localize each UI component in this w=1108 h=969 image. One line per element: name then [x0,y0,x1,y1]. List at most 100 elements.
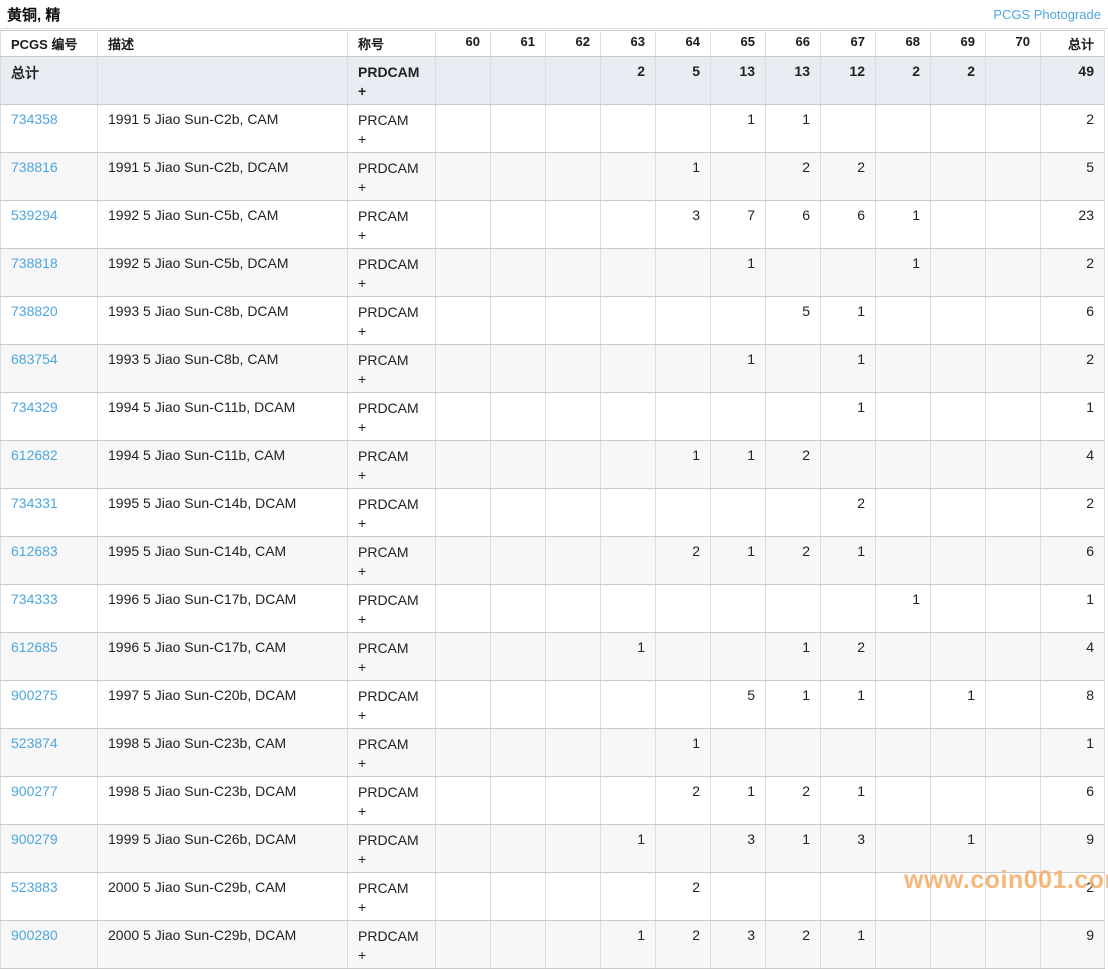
pcgs-photograde-link[interactable]: PCGS Photograde [993,7,1101,22]
grade-60-count [436,441,491,489]
grade-64-count [656,681,711,729]
grade-67-count: 3 [821,825,876,873]
grade-67-count: 1 [821,777,876,825]
grade-68-count [876,777,931,825]
pcgs-number-cell: 738818 [1,249,98,297]
coin-description: 1998 5 Jiao Sun-C23b, CAM [98,729,348,777]
col-header-grade-69: 69 [931,31,986,57]
pcgs-number-link[interactable]: 539294 [11,207,58,223]
grade-63-count [601,393,656,441]
totals-grade-65: 13 [711,57,766,105]
table-header-row: PCGS 编号 描述 称号 60 61 62 63 64 65 66 67 68… [1,31,1105,57]
pcgs-number-link[interactable]: 523874 [11,735,58,751]
pcgs-number-link[interactable]: 900275 [11,687,58,703]
row-total: 1 [1041,585,1105,633]
grade-66-count: 1 [766,105,821,153]
grade-64-count: 2 [656,537,711,585]
grade-66-count [766,873,821,921]
totals-grade-68: 2 [876,57,931,105]
col-header-grade-62: 62 [546,31,601,57]
grade-69-count [931,201,986,249]
designation-cell: PRDCAM + [348,249,436,297]
grade-64-count: 1 [656,153,711,201]
grade-62-count [546,249,601,297]
grade-66-count: 2 [766,441,821,489]
grade-64-count [656,249,711,297]
grade-62-count [546,537,601,585]
pcgs-number-cell: 734331 [1,489,98,537]
grade-67-count: 1 [821,393,876,441]
grade-60-count [436,153,491,201]
grade-63-count: 1 [601,921,656,969]
pcgs-number-link[interactable]: 734329 [11,399,58,415]
grade-68-count [876,345,931,393]
grade-70-count [986,777,1041,825]
grade-69-count [931,585,986,633]
table-row: 900279 1999 5 Jiao Sun-C26b, DCAM PRDCAM… [1,825,1105,873]
pcgs-number-link[interactable]: 900280 [11,927,58,943]
pcgs-number-link[interactable]: 738820 [11,303,58,319]
grade-65-count: 5 [711,681,766,729]
grade-66-count: 2 [766,921,821,969]
col-header-grade-61: 61 [491,31,546,57]
grade-62-count [546,153,601,201]
pcgs-number-link[interactable]: 734331 [11,495,58,511]
coin-description: 1991 5 Jiao Sun-C2b, CAM [98,105,348,153]
pcgs-number-link[interactable]: 738818 [11,255,58,271]
grade-65-count [711,633,766,681]
grade-61-count [491,729,546,777]
row-total: 1 [1041,729,1105,777]
grade-62-count [546,105,601,153]
grade-67-count [821,729,876,777]
pcgs-number-link[interactable]: 734333 [11,591,58,607]
grade-62-count [546,681,601,729]
pcgs-number-link[interactable]: 612682 [11,447,58,463]
grade-66-count: 2 [766,153,821,201]
grade-68-count [876,681,931,729]
col-header-grade-68: 68 [876,31,931,57]
pcgs-number-link[interactable]: 734358 [11,111,58,127]
coin-description: 1992 5 Jiao Sun-C5b, DCAM [98,249,348,297]
designation-cell: PRCAM + [348,201,436,249]
coin-description: 1996 5 Jiao Sun-C17b, CAM [98,633,348,681]
grade-65-count [711,729,766,777]
coin-description: 1997 5 Jiao Sun-C20b, DCAM [98,681,348,729]
designation-cell: PRCAM + [348,441,436,489]
pcgs-number-link[interactable]: 612685 [11,639,58,655]
grade-64-count: 3 [656,201,711,249]
pcgs-number-link[interactable]: 612683 [11,543,58,559]
grade-63-count [601,345,656,393]
col-header-grade-64: 64 [656,31,711,57]
grade-61-count [491,393,546,441]
grade-70-count [986,153,1041,201]
pcgs-number-link[interactable]: 900279 [11,831,58,847]
grade-64-count [656,489,711,537]
grade-64-count [656,825,711,873]
grade-66-count [766,729,821,777]
coin-description: 2000 5 Jiao Sun-C29b, CAM [98,873,348,921]
designation-cell: PRCAM + [348,537,436,585]
top-bar: 黄铜, 精 PCGS Photograde [0,0,1108,29]
pcgs-number-link[interactable]: 523883 [11,879,58,895]
grade-64-count [656,345,711,393]
grade-61-count [491,681,546,729]
grade-65-count: 3 [711,825,766,873]
grade-68-count [876,873,931,921]
pcgs-number-link[interactable]: 900277 [11,783,58,799]
grade-61-count [491,825,546,873]
grade-66-count [766,585,821,633]
grade-66-count [766,489,821,537]
row-total: 9 [1041,825,1105,873]
grade-60-count [436,345,491,393]
designation-cell: PRCAM + [348,105,436,153]
designation-cell: PRDCAM + [348,681,436,729]
pcgs-number-link[interactable]: 683754 [11,351,58,367]
grade-63-count [601,153,656,201]
grade-69-count [931,873,986,921]
grade-66-count: 6 [766,201,821,249]
grade-68-count [876,489,931,537]
pcgs-number-link[interactable]: 738816 [11,159,58,175]
grade-61-count [491,345,546,393]
pcgs-number-cell: 900279 [1,825,98,873]
table-row: 738820 1993 5 Jiao Sun-C8b, DCAM PRDCAM … [1,297,1105,345]
